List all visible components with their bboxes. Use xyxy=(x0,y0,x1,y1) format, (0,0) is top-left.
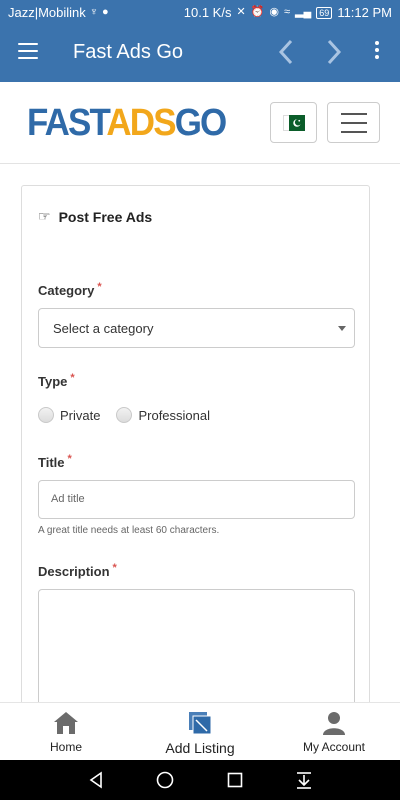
nav-add-listing-label: Add Listing xyxy=(165,740,235,756)
post-ad-form-card: ☞ Post Free Ads Category * Select a categ… xyxy=(21,185,370,745)
system-recents-icon[interactable] xyxy=(225,770,245,790)
site-header: FASTADSGO xyxy=(0,82,400,164)
description-label: Description * xyxy=(38,562,117,579)
overflow-menu-icon[interactable] xyxy=(370,41,384,65)
nav-my-account-label: My Account xyxy=(302,740,366,754)
nav-add-listing[interactable]: Add Listing xyxy=(155,703,245,761)
pakistan-flag-icon xyxy=(282,114,305,131)
network-speed: 10.1 K/s xyxy=(183,5,232,20)
required-mark: * xyxy=(112,562,117,574)
signal-icon: ▂▄ xyxy=(295,6,312,18)
logo-ads: ADS xyxy=(106,102,176,144)
card-header: ☞ Post Free Ads xyxy=(38,208,152,225)
category-label: Category * xyxy=(38,281,102,298)
usb-icon: ♆ xyxy=(89,6,99,18)
account-icon xyxy=(320,710,348,736)
alarm-icon: ⏰ xyxy=(250,6,265,18)
category-select[interactable]: Select a category xyxy=(38,308,355,348)
app-title: Fast Ads Go xyxy=(73,41,184,63)
mute-icon: ✕ xyxy=(236,6,246,18)
site-menu-button[interactable] xyxy=(327,102,380,143)
form-title: Post Free Ads xyxy=(58,208,153,225)
ad-title-input[interactable]: Ad title xyxy=(38,480,355,519)
drawer-menu-icon[interactable] xyxy=(18,43,38,59)
home-icon xyxy=(52,710,80,736)
required-mark: * xyxy=(70,372,75,384)
logo-go: GO xyxy=(174,102,228,144)
system-back-icon[interactable] xyxy=(86,770,106,790)
app-bar: Fast Ads Go xyxy=(0,24,400,82)
nav-home[interactable]: Home xyxy=(40,703,92,761)
type-radio-group: Private Professional xyxy=(38,407,226,423)
system-navigation-bar xyxy=(0,760,400,800)
title-label: Title * xyxy=(38,453,72,470)
carrier-name: Jazz|Mobilink xyxy=(8,5,86,20)
site-logo[interactable]: FASTADSGO xyxy=(27,102,228,144)
category-select-value: Select a category xyxy=(53,321,154,336)
clock: 11:12 PM xyxy=(337,5,392,20)
nav-my-account[interactable]: My Account xyxy=(296,703,372,761)
type-professional-radio[interactable] xyxy=(116,407,133,423)
back-arrow-icon[interactable] xyxy=(272,36,300,68)
hand-pointer-icon: ☞ xyxy=(38,208,51,224)
notification-icon: ● xyxy=(102,6,109,18)
forward-arrow-icon[interactable] xyxy=(320,36,348,68)
bottom-navigation: Home Add Listing My Account xyxy=(0,702,400,760)
type-label: Type * xyxy=(38,372,75,389)
country-selector-button[interactable] xyxy=(270,102,317,143)
status-bar: Jazz|Mobilink ♆ ● 10.1 K/s ✕ ⏰ ◉ ≈ ▂▄ 69… xyxy=(0,0,400,24)
add-listing-icon xyxy=(186,710,214,736)
notification-pulldown-icon[interactable] xyxy=(294,770,314,790)
title-help-text: A great title needs at least 60 characte… xyxy=(38,525,220,536)
ad-title-placeholder: Ad title xyxy=(51,493,85,505)
type-private-label[interactable]: Private xyxy=(60,408,100,423)
logo-fast: FAST xyxy=(27,102,108,144)
wifi-icon: ≈ xyxy=(283,6,291,18)
system-home-icon[interactable] xyxy=(155,770,175,790)
type-professional-label[interactable]: Professional xyxy=(138,408,210,423)
required-mark: * xyxy=(67,453,72,465)
required-mark: * xyxy=(97,281,102,293)
nav-home-label: Home xyxy=(49,740,82,754)
eye-icon: ◉ xyxy=(269,6,279,18)
dropdown-caret-icon xyxy=(338,326,346,331)
battery-icon: 69 xyxy=(316,6,333,19)
type-private-radio[interactable] xyxy=(38,407,54,423)
